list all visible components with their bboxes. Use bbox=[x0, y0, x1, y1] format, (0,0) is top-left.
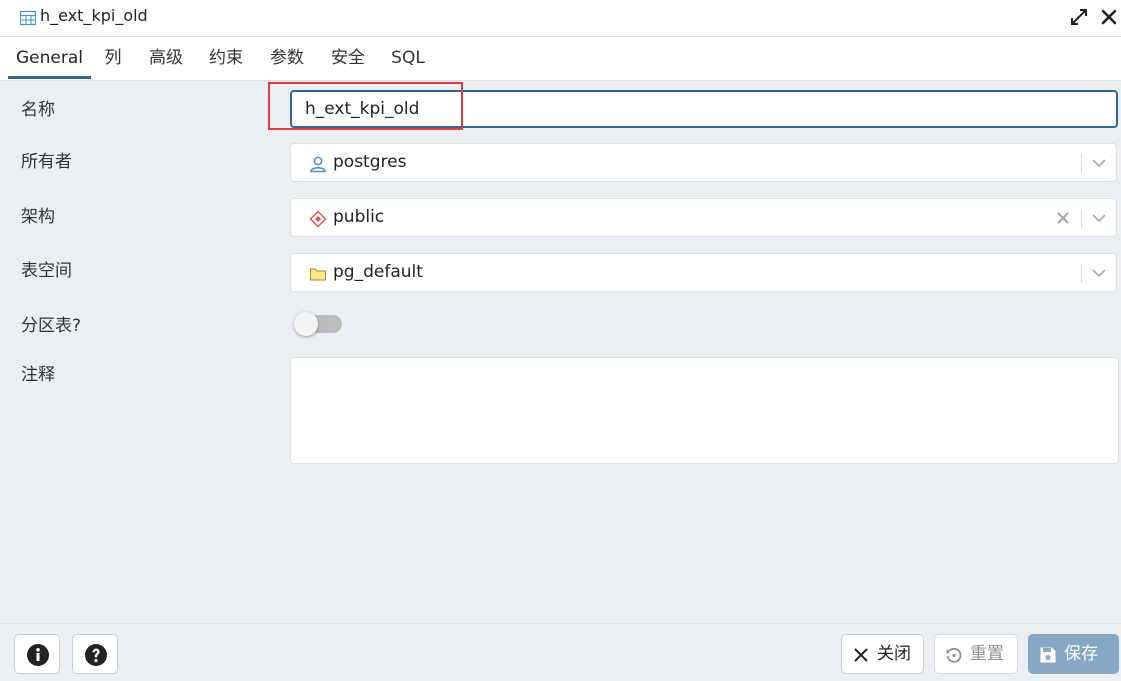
tab-bar: General 列 高级 约束 参数 安全 SQL bbox=[0, 37, 1121, 81]
info-button[interactable] bbox=[14, 634, 60, 674]
tab-security[interactable]: 安全 bbox=[328, 37, 368, 79]
dialog-titlebar: h_ext_kpi_old bbox=[0, 0, 1121, 37]
tab-constraints[interactable]: 约束 bbox=[206, 37, 246, 79]
dialog-footer: 关闭 重置 保存 bbox=[0, 623, 1121, 681]
help-button[interactable] bbox=[72, 634, 118, 674]
save-icon bbox=[1040, 647, 1056, 663]
tab-advanced[interactable]: 高级 bbox=[146, 37, 186, 79]
schema-value: public bbox=[333, 207, 385, 227]
info-icon bbox=[27, 644, 49, 666]
name-input[interactable] bbox=[290, 90, 1118, 128]
tab-parameters[interactable]: 参数 bbox=[267, 37, 307, 79]
name-label: 名称 bbox=[21, 100, 55, 120]
close-icon bbox=[854, 648, 868, 662]
tab-general[interactable]: General bbox=[8, 37, 91, 79]
schema-select[interactable]: public bbox=[290, 198, 1117, 237]
tab-sql[interactable]: SQL bbox=[389, 37, 427, 79]
schema-label: 架构 bbox=[21, 207, 55, 227]
chevron-down-icon[interactable] bbox=[1090, 154, 1108, 172]
close-button[interactable]: 关闭 bbox=[841, 634, 924, 674]
table-icon bbox=[20, 10, 36, 26]
select-separator bbox=[1081, 264, 1082, 283]
table-properties-dialog: h_ext_kpi_old General 列 高级 约束 参数 安全 SQL … bbox=[0, 0, 1121, 681]
partitioned-label: 分区表? bbox=[21, 316, 82, 336]
schema-diamond-icon bbox=[309, 210, 327, 228]
tablespace-label: 表空间 bbox=[21, 261, 72, 281]
close-icon[interactable] bbox=[1099, 7, 1119, 27]
reset-button[interactable]: 重置 bbox=[934, 634, 1018, 674]
partitioned-toggle[interactable] bbox=[294, 312, 342, 336]
reset-button-label: 重置 bbox=[970, 644, 1004, 664]
save-button[interactable]: 保存 bbox=[1028, 634, 1119, 674]
toggle-knob bbox=[294, 312, 318, 336]
reset-icon bbox=[946, 647, 962, 663]
help-icon bbox=[85, 644, 107, 666]
owner-value: postgres bbox=[333, 152, 407, 172]
tablespace-select[interactable]: pg_default bbox=[290, 253, 1117, 292]
select-separator bbox=[1081, 154, 1082, 173]
owner-select[interactable]: postgres bbox=[290, 143, 1117, 182]
tab-columns[interactable]: 列 bbox=[100, 37, 126, 79]
comment-label: 注释 bbox=[21, 365, 55, 385]
expand-icon[interactable] bbox=[1069, 7, 1089, 27]
owner-label: 所有者 bbox=[21, 152, 72, 172]
chevron-down-icon[interactable] bbox=[1090, 209, 1108, 227]
comment-textarea[interactable] bbox=[290, 357, 1119, 464]
folder-icon bbox=[310, 268, 326, 281]
clear-icon[interactable] bbox=[1054, 209, 1072, 227]
tablespace-value: pg_default bbox=[333, 262, 423, 282]
dialog-title: h_ext_kpi_old bbox=[40, 6, 148, 25]
close-button-label: 关闭 bbox=[877, 644, 911, 664]
chevron-down-icon[interactable] bbox=[1090, 264, 1108, 282]
save-button-label: 保存 bbox=[1064, 644, 1098, 664]
user-icon bbox=[310, 156, 326, 173]
select-separator bbox=[1081, 209, 1082, 228]
